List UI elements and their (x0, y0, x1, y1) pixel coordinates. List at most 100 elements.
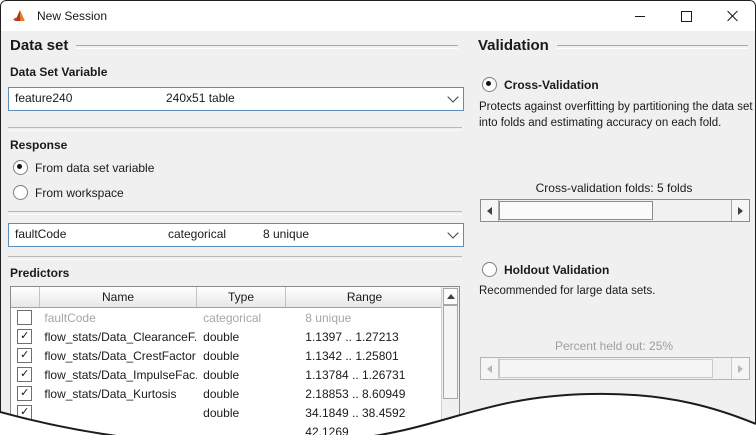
cell-type: double (197, 330, 289, 344)
slider-left-button[interactable] (481, 200, 499, 221)
slider-left-button (481, 358, 499, 379)
cell-range: 42.1269 (289, 425, 459, 435)
table-row[interactable]: ✓ flow_stats/Data_CrestFactor double 1.1… (11, 346, 459, 365)
radio-holdout-validation[interactable]: Holdout Validation (482, 262, 609, 277)
window-title: New Session (37, 9, 107, 23)
radio-cross-validation[interactable]: Cross-Validation (482, 77, 599, 92)
row-checkbox[interactable]: ✓ (17, 348, 32, 363)
combobox-type: categorical (168, 227, 226, 241)
predictors-label: Predictors (10, 266, 69, 280)
column-header-type: Type (197, 287, 286, 307)
radio-label: From workspace (35, 186, 124, 200)
table-row[interactable]: faultCode categorical 8 unique (11, 308, 459, 327)
response-label: Response (10, 138, 67, 152)
cell-range: 1.13784 .. 1.26731 (289, 368, 459, 382)
cell-range: 1.1342 .. 1.25801 (289, 349, 459, 363)
cell-name: faultCode (38, 311, 197, 325)
separator (8, 256, 462, 260)
response-combobox[interactable]: faultCode categorical 8 unique (8, 223, 464, 247)
matlab-icon (12, 8, 28, 24)
row-checkbox[interactable]: ✓ (17, 367, 32, 382)
dataset-variable-combobox[interactable]: feature240 240x51 table (8, 87, 464, 111)
close-button[interactable] (709, 1, 755, 31)
slider-right-button (731, 358, 749, 379)
row-checkbox[interactable]: ✓ (17, 329, 32, 344)
cell-name: flow_stats/Data_ImpulseFac... (38, 368, 197, 382)
row-checkbox[interactable] (17, 310, 32, 325)
column-header-name: Name (40, 287, 197, 307)
radio-from-workspace[interactable]: From workspace (13, 185, 124, 200)
maximize-icon (681, 11, 692, 22)
table-row[interactable]: ✓ double 34.1849 .. 38.4592 (11, 403, 459, 422)
cell-name: flow_stats/Data_CrestFactor (38, 349, 197, 363)
radio-label: Cross-Validation (504, 78, 599, 92)
cross-validation-folds-label: Cross-validation folds: 5 folds (480, 181, 748, 195)
cell-name: flow_stats/Data_Kurtosis (38, 387, 197, 401)
window-controls (617, 1, 755, 31)
arrow-left-icon (487, 365, 492, 373)
combobox-info: 240x51 table (166, 91, 235, 105)
table-scrollbar[interactable] (441, 287, 459, 435)
cell-range: 1.1397 .. 1.27213 (289, 330, 459, 344)
radio-icon (482, 262, 497, 277)
percent-held-out-label: Percent held out: 25% (480, 339, 748, 353)
row-checkbox[interactable]: ✓ (17, 386, 32, 401)
chevron-down-icon (447, 91, 458, 102)
radio-icon (482, 77, 497, 92)
cross-validation-description: Protects against overfitting by partitio… (479, 99, 755, 131)
chevron-down-icon (447, 227, 458, 238)
cell-type: categorical (197, 311, 289, 325)
dialog-body: Data set Data Set Variable feature240 24… (0, 31, 756, 435)
cell-name: flow_stats/Data_ClearanceF... (38, 330, 197, 344)
combobox-info: 8 unique (263, 227, 309, 241)
table-row[interactable]: ✓ flow_stats/Data_Kurtosis double 2.1885… (11, 384, 459, 403)
separator (8, 211, 462, 215)
cell-type: double (197, 406, 289, 420)
predictors-table: Name Type Range faultCode categorical 8 … (10, 286, 460, 435)
table-header: Name Type Range (11, 287, 459, 308)
column-header-range: Range (286, 287, 443, 307)
combobox-value: feature240 (15, 91, 72, 105)
minimize-icon (635, 16, 645, 17)
slider-right-button[interactable] (731, 200, 749, 221)
folds-slider[interactable] (480, 199, 750, 222)
cell-type: double (197, 349, 289, 363)
holdout-description: Recommended for large data sets. (479, 283, 755, 299)
arrow-right-icon (738, 207, 743, 215)
dropdown-arrow-button[interactable] (444, 225, 462, 245)
radio-from-dataset-variable[interactable]: From data set variable (13, 160, 154, 175)
validation-section-header: Validation (478, 37, 748, 54)
table-row[interactable]: ✓ flow_stats/Data_ClearanceF... double 1… (11, 327, 459, 346)
dataset-section-header: Data set (10, 37, 458, 54)
slider-thumb[interactable] (499, 201, 653, 220)
validation-section-rule (557, 45, 748, 49)
table-row[interactable]: 42.1269 (11, 422, 459, 435)
radio-icon (13, 160, 28, 175)
holdout-slider (480, 357, 750, 380)
row-checkbox[interactable]: ✓ (17, 405, 32, 420)
slider-thumb (499, 359, 713, 378)
radio-icon (13, 185, 28, 200)
arrow-left-icon (487, 207, 492, 215)
separator (8, 127, 462, 131)
table-row[interactable]: ✓ flow_stats/Data_ImpulseFac... double 1… (11, 365, 459, 384)
cell-range: 2.18853 .. 8.60949 (289, 387, 459, 401)
arrow-right-icon (738, 365, 743, 373)
dropdown-arrow-button[interactable] (444, 89, 462, 109)
new-session-dialog: New Session Data set Data Set Variable f… (0, 0, 756, 435)
cell-type: double (197, 387, 289, 401)
cell-type: double (197, 368, 289, 382)
dataset-variable-label: Data Set Variable (10, 65, 107, 79)
cell-range: 34.1849 .. 38.4592 (289, 406, 459, 420)
column-header-checkbox (11, 287, 40, 307)
maximize-button[interactable] (663, 1, 709, 31)
validation-section-title: Validation (478, 37, 549, 54)
radio-label: Holdout Validation (504, 263, 609, 277)
arrow-up-icon (447, 294, 455, 299)
scrollbar-thumb[interactable] (443, 305, 458, 399)
radio-label: From data set variable (35, 161, 154, 175)
minimize-button[interactable] (617, 1, 663, 31)
cell-range: 8 unique (289, 311, 459, 325)
dataset-section-title: Data set (10, 37, 68, 54)
scroll-up-button[interactable] (443, 288, 458, 305)
